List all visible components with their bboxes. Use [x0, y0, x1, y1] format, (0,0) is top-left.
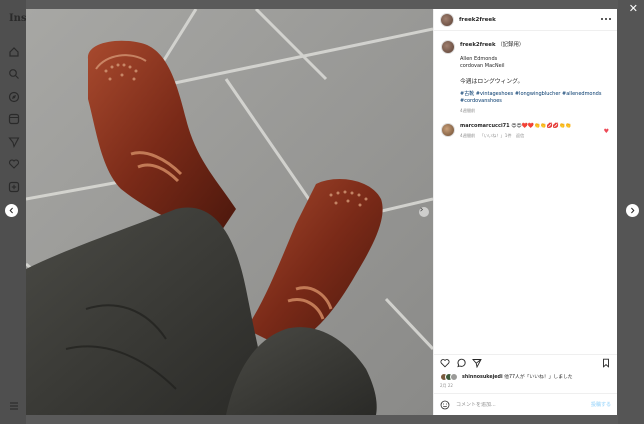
comment-item: marcomarcucci71 😍😍❤️❤️👏👏💋💋👏👏 4週間前 「いいね！」…	[441, 123, 611, 139]
previous-post-arrow-icon[interactable]	[5, 204, 18, 217]
author-avatar[interactable]	[440, 12, 454, 27]
caption-tag: （記録用）	[497, 42, 525, 48]
post-photo	[26, 9, 433, 415]
post-modal: freek2freek freek2freek （記録用） Allen Edmo…	[26, 9, 617, 415]
likes-row: shinnosukejedi 他77人が「いいね！」しました	[434, 370, 617, 383]
reply-button[interactable]: 返信	[516, 133, 524, 138]
comments-section: freek2freek （記録用） Allen Edmonds cordovan…	[434, 31, 617, 354]
background-feed-top	[26, 0, 618, 9]
commenter-username[interactable]: marcomarcucci71	[460, 123, 510, 129]
messages-icon[interactable]	[8, 136, 20, 148]
liker-avatars[interactable]	[440, 372, 458, 381]
hashtag-line[interactable]: #cordovanshoes	[460, 98, 610, 105]
caption-line: Allen Edmonds	[460, 56, 498, 62]
post-date: 2月 22	[440, 383, 453, 388]
action-bar	[434, 354, 617, 370]
liker-avatar	[450, 372, 458, 381]
caption-line: cordovan MacNeil	[460, 63, 505, 69]
comment-input[interactable]	[456, 401, 576, 408]
caption-hashtags: #古靴 #vintageshoes #longwingblucher #alle…	[460, 91, 610, 105]
shoes-photo-illustration	[26, 9, 433, 415]
likes-others-text[interactable]: 他77人が「いいね！」しました	[504, 375, 572, 380]
post-caption: freek2freek （記録用） Allen Edmonds cordovan…	[441, 40, 611, 114]
comment-bubble-icon[interactable]	[456, 358, 466, 368]
top-liker-username[interactable]: shinnosukejedi	[462, 375, 503, 380]
like-heart-icon[interactable]	[440, 358, 450, 368]
notifications-heart-icon[interactable]	[8, 158, 20, 170]
author-username[interactable]: freek2freek	[459, 17, 496, 23]
emoji-picker-icon[interactable]	[440, 400, 450, 410]
add-comment-bar: 投稿する	[434, 393, 617, 415]
bookmark-icon[interactable]	[601, 358, 611, 368]
menu-icon[interactable]	[8, 400, 20, 412]
carousel-next-small-icon[interactable]	[419, 207, 429, 217]
hashtag-line[interactable]: #古靴 #vintageshoes #longwingblucher #alle…	[460, 91, 610, 98]
comment-like-heart-icon[interactable]: ♥	[604, 128, 609, 135]
search-icon[interactable]	[8, 68, 20, 80]
caption-text: Allen Edmonds cordovan MacNeil	[460, 56, 610, 70]
more-options-icon[interactable]	[601, 17, 611, 21]
caption-username[interactable]: freek2freek	[460, 42, 496, 48]
create-icon[interactable]	[8, 181, 20, 193]
caption-avatar[interactable]	[441, 40, 455, 54]
comment-meta: 4週間前 「いいね！」1件 返信	[460, 133, 610, 139]
caption-time: 4週間前	[460, 108, 476, 113]
comment-time: 4週間前	[460, 133, 476, 138]
likes-summary[interactable]: shinnosukejedi 他77人が「いいね！」しました	[462, 373, 573, 380]
background-feed-bottom	[26, 415, 618, 424]
next-post-arrow-icon[interactable]	[626, 204, 639, 217]
explore-icon[interactable]	[8, 91, 20, 103]
post-comment-button[interactable]: 投稿する	[591, 401, 611, 408]
post-header: freek2freek	[434, 9, 617, 31]
share-paper-plane-icon[interactable]	[472, 358, 482, 368]
comment-text: 😍😍❤️❤️👏👏💋💋👏👏	[511, 123, 572, 129]
close-icon[interactable]: ✕	[629, 3, 638, 15]
reels-icon[interactable]	[8, 113, 20, 125]
commenter-avatar[interactable]	[441, 123, 455, 137]
comment-likes[interactable]: 「いいね！」1件	[480, 133, 512, 138]
home-icon[interactable]	[8, 46, 20, 58]
caption-jp-text: 今週はロングウィング。	[460, 79, 524, 85]
post-sidebar: freek2freek freek2freek （記録用） Allen Edmo…	[433, 9, 617, 415]
